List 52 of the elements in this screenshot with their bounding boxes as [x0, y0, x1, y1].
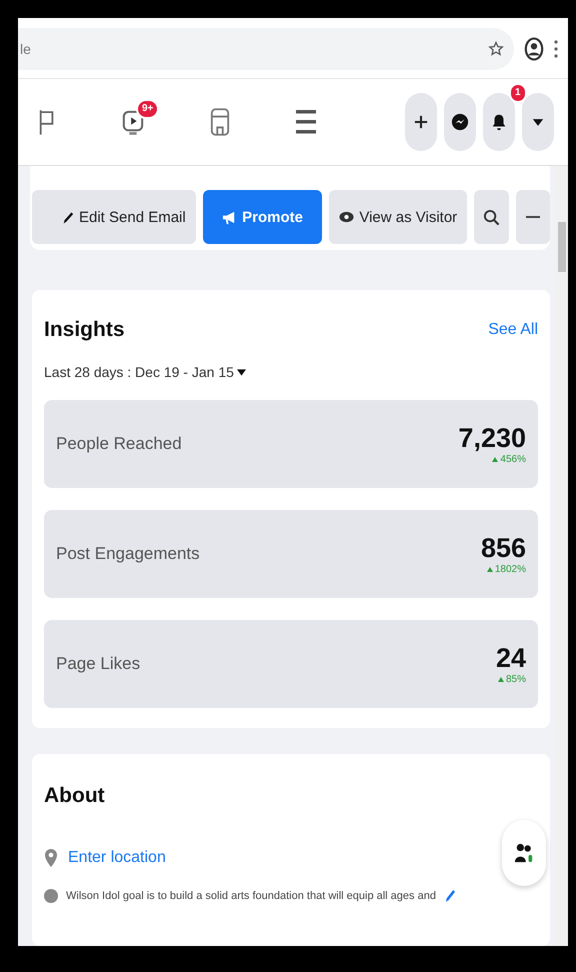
up-triangle-icon — [486, 567, 493, 572]
location-pin-icon — [44, 848, 58, 868]
section-title: Insights — [44, 318, 125, 342]
search-button[interactable] — [474, 190, 509, 244]
people-icon — [514, 842, 534, 864]
up-triangle-icon — [492, 457, 498, 462]
enter-location-link[interactable]: Enter location — [68, 849, 166, 867]
metric-tile[interactable]: People Reached 7,230 456% — [44, 400, 538, 488]
menu-icon[interactable] — [296, 109, 316, 135]
metric-tile[interactable]: Page Likes 24 85% — [44, 620, 538, 708]
change-percent: 1802% — [494, 564, 526, 575]
create-button[interactable] — [405, 93, 437, 151]
messenger-icon — [451, 113, 469, 131]
change-percent: 456% — [500, 454, 526, 465]
description-text: Wilson Idol goal is to build a solid arts foundation that will equip all ages and — [66, 890, 436, 902]
messenger-button[interactable] — [444, 93, 476, 151]
metric-value: 856 — [480, 533, 526, 564]
more-options-icon[interactable] — [554, 40, 558, 58]
more-icon — [526, 215, 540, 219]
dropdown-caret-icon[interactable] — [236, 368, 246, 376]
pencil-icon[interactable] — [444, 888, 455, 903]
caret-icon — [532, 118, 544, 126]
search-icon — [482, 208, 500, 226]
view-as-visitor-button[interactable]: View as Visitor — [329, 190, 468, 244]
eye-icon — [339, 211, 354, 223]
metric-value: 7,230 — [458, 423, 526, 454]
store-icon[interactable] — [210, 106, 230, 138]
date-range-text[interactable]: Last 28 days : Dec 19 - Jan 15 — [44, 364, 234, 380]
plus-icon — [414, 115, 428, 129]
notification-badge: 9+ — [136, 99, 160, 119]
metric-label: Post Engagements — [56, 544, 200, 564]
metric-value: 24 — [496, 643, 526, 674]
bell-icon — [490, 113, 508, 131]
url-text: le — [20, 41, 31, 57]
up-triangle-icon — [498, 677, 504, 682]
section-title: About — [44, 784, 106, 808]
account-menu-button[interactable] — [522, 93, 554, 151]
pencil-icon — [62, 210, 74, 224]
info-icon — [44, 888, 58, 902]
metric-label: People Reached — [56, 434, 182, 454]
change-percent: 85% — [506, 674, 526, 685]
metric-label: Page Likes — [56, 654, 140, 674]
profile-icon[interactable] — [524, 36, 544, 62]
edit-button[interactable]: Edit Send Email — [32, 190, 196, 244]
see-all-link[interactable]: See All — [488, 321, 538, 339]
scrollbar[interactable] — [556, 166, 568, 946]
notification-badge: 1 — [509, 83, 527, 103]
promote-button[interactable]: Promote — [202, 190, 322, 244]
metric-tile[interactable]: Post Engagements 856 1802% — [44, 510, 538, 598]
notifications-button[interactable] — [483, 93, 515, 151]
address-field[interactable]: le — [18, 28, 514, 70]
star-icon[interactable] — [488, 41, 504, 57]
